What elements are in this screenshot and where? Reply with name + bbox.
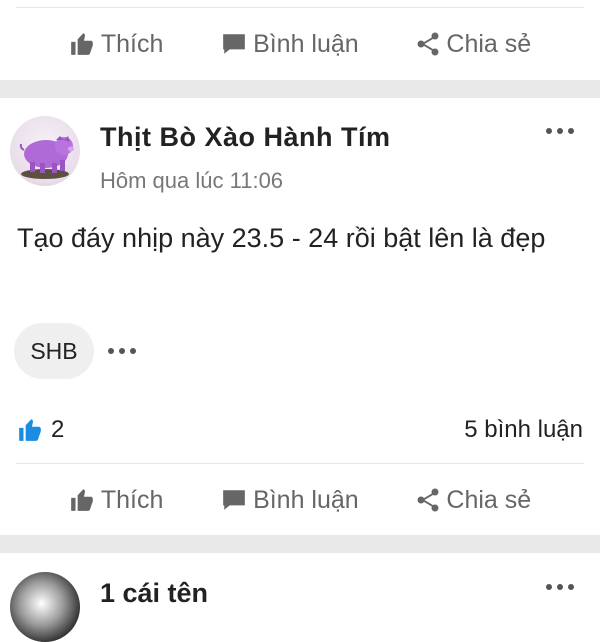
action-row: Thích Bình luận Chia sẻ bbox=[0, 22, 600, 66]
thumbs-up-icon bbox=[71, 489, 93, 511]
share-icon bbox=[417, 488, 439, 512]
avatar[interactable] bbox=[10, 116, 80, 186]
share-button[interactable]: Chia sẻ bbox=[416, 486, 531, 515]
divider bbox=[16, 463, 584, 464]
comment-icon bbox=[223, 490, 245, 510]
post-more-button[interactable] bbox=[546, 128, 574, 134]
comment-icon bbox=[223, 34, 245, 54]
post-content: Tạo đáy nhịp này 23.5 - 24 rồi bật lên l… bbox=[17, 223, 546, 253]
thumbs-up-icon bbox=[71, 33, 93, 55]
reaction-summary[interactable]: 2 bbox=[17, 416, 64, 444]
share-label: Chia sẻ bbox=[446, 29, 532, 58]
comment-button[interactable]: Bình luận bbox=[221, 30, 359, 59]
post-card bbox=[0, 98, 600, 534]
comment-button[interactable]: Bình luận bbox=[221, 486, 359, 515]
stock-tag-chip[interactable]: SHB bbox=[14, 323, 94, 379]
next-post-author-name[interactable]: 1 cái tên bbox=[100, 578, 208, 609]
comment-label: Bình luận bbox=[253, 29, 359, 58]
post-action-row: Thích Bình luận Chia sẻ bbox=[0, 478, 600, 522]
next-post-card bbox=[0, 553, 600, 600]
post-timestamp[interactable]: Hôm qua lúc 11:06 bbox=[100, 168, 283, 194]
tag-more-button[interactable] bbox=[108, 348, 136, 354]
divider bbox=[16, 7, 584, 8]
previous-post-action-bar: Thích Bình luận Chia sẻ bbox=[0, 0, 600, 80]
like-label: Thích bbox=[100, 485, 164, 514]
comment-label: Bình luận bbox=[253, 485, 359, 514]
purple-pig-avatar-icon bbox=[19, 136, 74, 179]
thumbs-up-filled-icon bbox=[19, 419, 41, 441]
more-icon bbox=[546, 584, 552, 590]
share-button[interactable]: Chia sẻ bbox=[416, 30, 531, 59]
post-separator bbox=[0, 535, 600, 553]
post-separator bbox=[0, 80, 600, 98]
more-icon bbox=[108, 348, 114, 354]
share-label: Chia sẻ bbox=[446, 485, 532, 514]
author-name[interactable]: Thịt Bò Xào Hành Tím bbox=[100, 122, 391, 153]
share-icon bbox=[417, 32, 439, 56]
like-button[interactable]: Thích bbox=[69, 485, 164, 515]
comment-count[interactable]: 5 bình luận bbox=[464, 416, 583, 444]
next-post-more-button[interactable] bbox=[546, 584, 574, 590]
like-label: Thích bbox=[100, 29, 164, 58]
like-count: 2 bbox=[51, 416, 65, 443]
like-button[interactable]: Thích bbox=[69, 29, 164, 59]
next-post-avatar[interactable] bbox=[10, 572, 80, 642]
more-icon bbox=[546, 128, 552, 134]
